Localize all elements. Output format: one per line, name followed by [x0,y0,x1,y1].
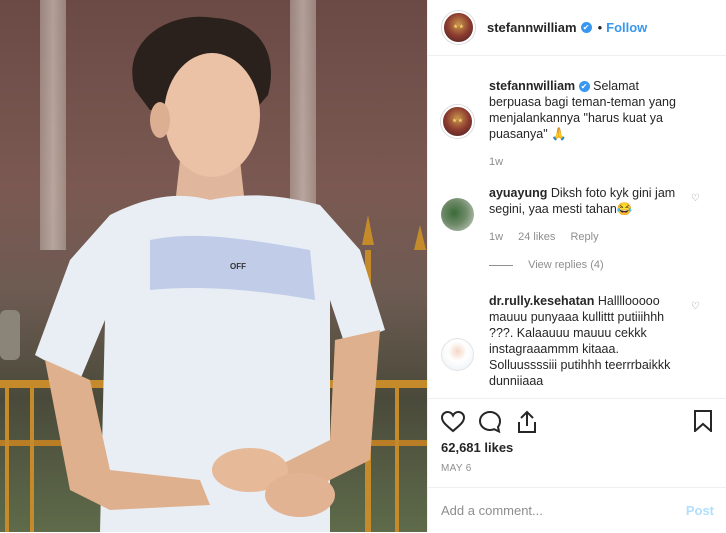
view-replies-label[interactable]: View replies (4) [528,259,604,271]
share-icon[interactable] [516,410,538,434]
post-header: ★ ★ stefannwilliam ✔ • Follow [428,0,726,56]
comment-body: dr.rully.kesehatan Hallllooooo mauuu pun… [489,293,689,389]
post-side-panel: ★ ★ stefannwilliam ✔ • Follow ★ ★ stefan… [427,0,726,532]
likes-count[interactable]: 62,681 likes [441,440,513,455]
avatar[interactable] [441,338,474,371]
replies-line [489,264,513,266]
comment-meta: 1w 24 likes Reply [489,229,689,245]
shirt-logo: OFF [230,262,246,271]
post-button[interactable]: Post [686,503,714,518]
comment-like-heart-icon[interactable]: ♡ [691,193,700,204]
add-comment-bar: Add a comment... Post [428,487,726,533]
avatar[interactable]: ★ ★ [442,11,475,44]
comment-body: ayuayung Diksh foto kyk gini jam segini,… [489,185,689,245]
caption-body: stefannwilliam ✔ Selamat berpuasa bagi t… [489,78,689,170]
photo-scene [0,16,427,532]
caption-time[interactable]: 1w [489,156,503,168]
avatar[interactable]: ★ ★ [441,105,474,138]
comment-text: Hallllooooo mauuu punyaaa kullittt putii… [489,294,671,388]
comment-likes[interactable]: 24 likes [518,231,555,243]
action-bar [428,398,726,434]
comment-icon[interactable] [478,410,502,434]
post-photo[interactable]: OFF [0,0,427,532]
caption-meta: 1w [489,154,689,170]
header-username[interactable]: stefannwilliam [487,20,577,35]
bookmark-icon[interactable] [694,410,712,432]
comment-time[interactable]: 1w [489,231,503,243]
view-replies[interactable]: View replies (4) [489,259,604,271]
comment-input[interactable]: Add a comment... [441,503,543,518]
verified-badge-icon: ✔ [580,22,592,33]
avatar[interactable] [441,198,474,231]
comment-username[interactable]: ayuayung [489,186,547,200]
follow-button[interactable]: Follow [606,20,647,35]
comment-like-heart-icon[interactable]: ♡ [691,301,700,312]
verified-badge-icon: ✔ [578,81,590,93]
comment-username[interactable]: dr.rully.kesehatan [489,294,594,308]
reply-button[interactable]: Reply [570,231,598,243]
instagram-post: OFF ★ ★ stefannwilliam ✔ • Follow ★ ★ st… [0,0,726,532]
separator-dot: • [597,20,603,35]
heart-icon[interactable] [441,411,465,433]
caption-username[interactable]: stefannwilliam [489,79,575,93]
post-date[interactable]: MAY 6 [441,463,472,474]
